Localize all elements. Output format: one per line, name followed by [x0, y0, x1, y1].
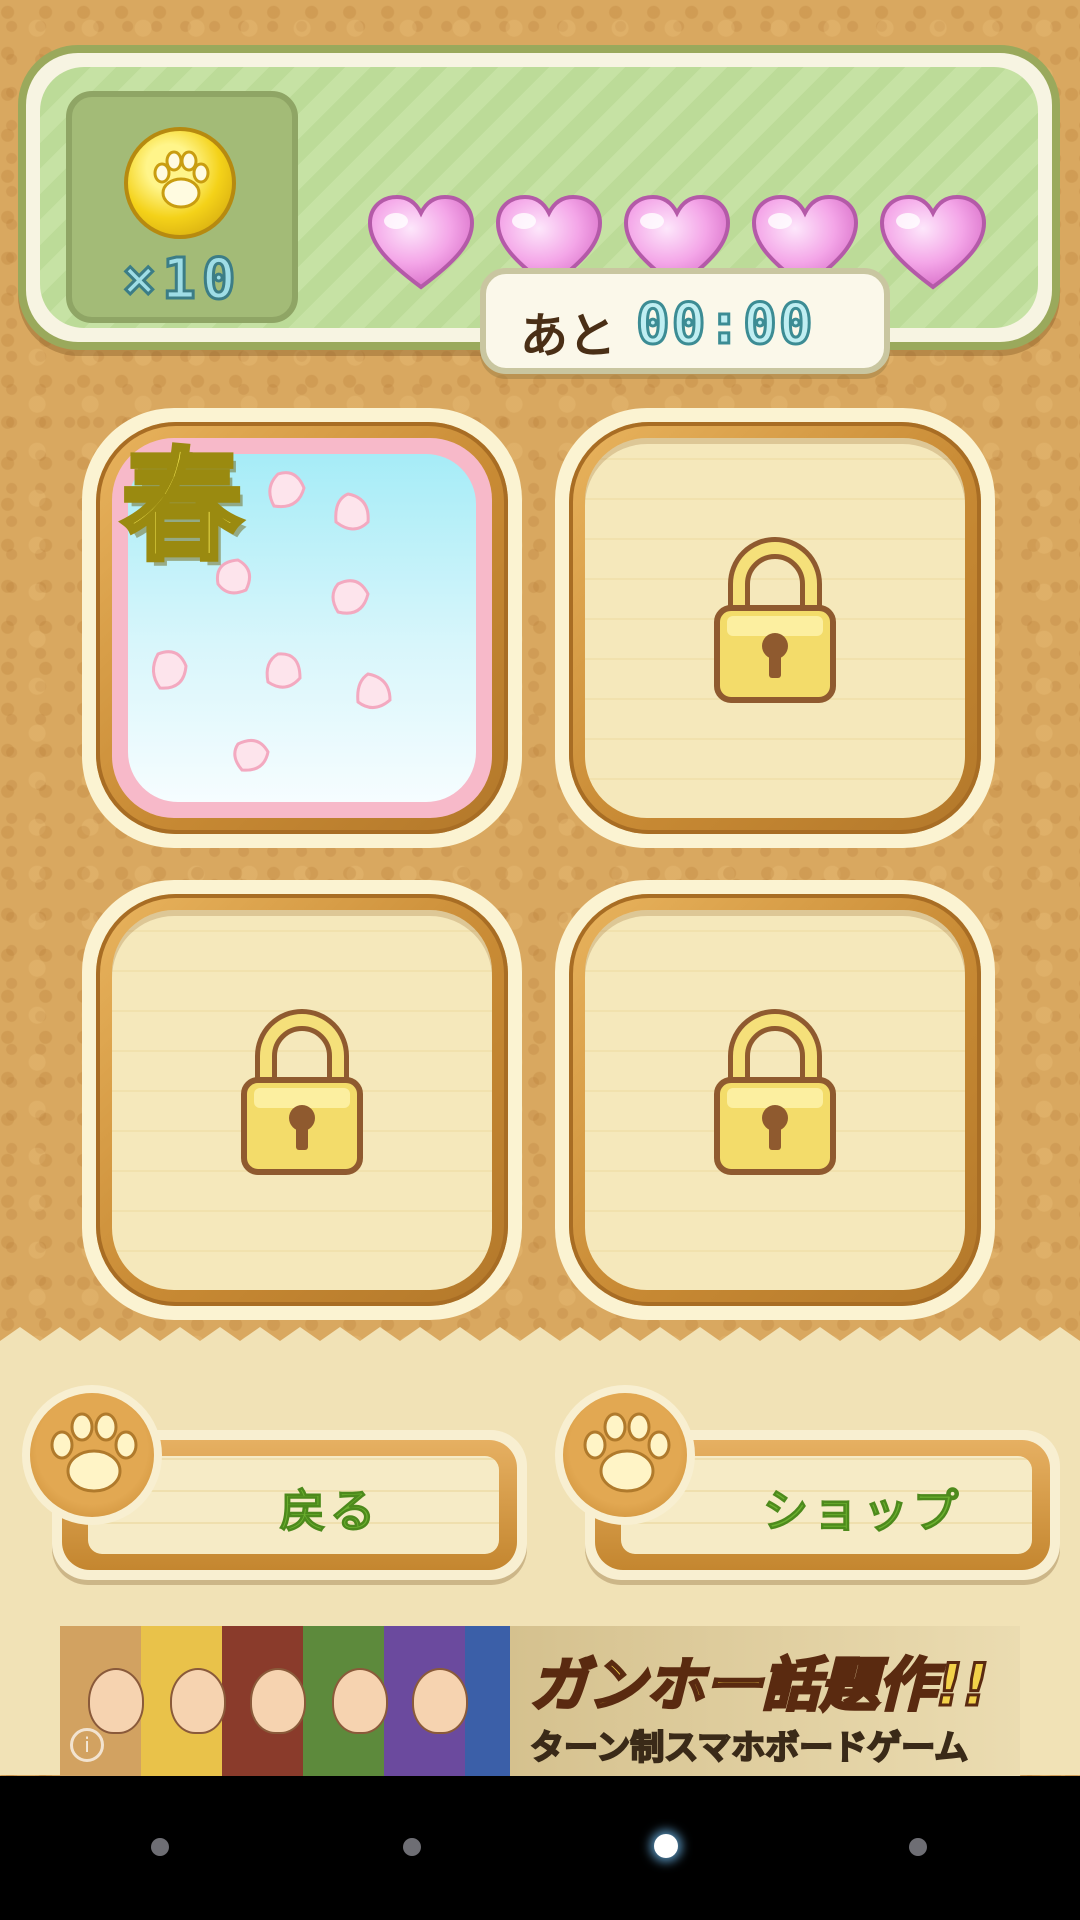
coin-count: ×10: [121, 246, 242, 314]
shop-button[interactable]: ショップ: [555, 1385, 1060, 1595]
ad-banner[interactable]: i ガンホー話題作!! ターン制スマホボードゲーム: [60, 1626, 1020, 1776]
timer-label: あと: [520, 308, 617, 364]
stage-tile-spring[interactable]: 春: [82, 408, 522, 848]
nav-dot-active[interactable]: [654, 1834, 678, 1858]
back-button[interactable]: 戻る: [22, 1385, 527, 1595]
nav-dot[interactable]: [403, 1838, 421, 1856]
season-label: 春: [120, 438, 245, 577]
heart-refill-timer: あと 00:00: [480, 268, 890, 374]
stage-tile-locked[interactable]: [555, 408, 995, 848]
lock-icon: [713, 1008, 837, 1182]
nav-dot[interactable]: [151, 1838, 169, 1856]
heart-icon: [366, 193, 476, 293]
nav-dot[interactable]: [909, 1838, 927, 1856]
timer-value: 00:00: [635, 291, 815, 359]
stage-tile-locked[interactable]: [82, 880, 522, 1320]
lock-icon: [240, 1008, 364, 1182]
heart-icon: [878, 193, 988, 293]
ad-headline: ガンホー話題作!!: [529, 1650, 991, 1721]
ad-info-icon[interactable]: i: [70, 1728, 104, 1762]
back-button-label: 戻る: [279, 1484, 380, 1539]
paw-coin-icon: [124, 127, 236, 239]
paw-icon: [22, 1385, 162, 1525]
ad-subline: ターン制スマホボードゲーム: [529, 1727, 969, 1769]
shop-button-label: ショップ: [762, 1484, 963, 1539]
lock-icon: [713, 536, 837, 710]
system-nav-bar: [0, 1776, 1080, 1920]
coin-counter: ×10: [66, 91, 298, 323]
stage-tile-locked[interactable]: [555, 880, 995, 1320]
ad-character-art: [60, 1626, 510, 1776]
paw-icon: [555, 1385, 695, 1525]
zigzag-divider: [0, 1327, 1080, 1357]
